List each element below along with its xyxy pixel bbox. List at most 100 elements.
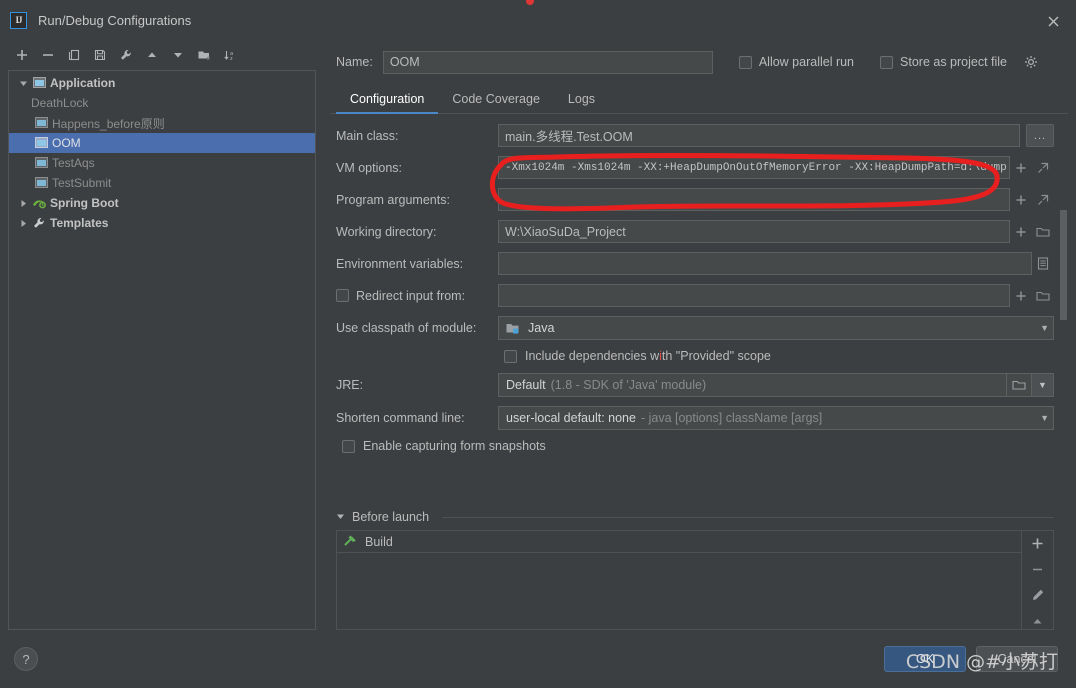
jre-browse-button[interactable] bbox=[1006, 373, 1032, 397]
environment-variables-input[interactable] bbox=[498, 252, 1032, 275]
store-as-project-file-checkbox[interactable]: Store as project file bbox=[880, 55, 1007, 69]
ok-button[interactable]: OK bbox=[884, 646, 966, 672]
spring-boot-icon bbox=[31, 197, 47, 210]
plus-icon[interactable] bbox=[1010, 156, 1032, 179]
task-label: Build bbox=[365, 534, 393, 549]
help-button[interactable]: ? bbox=[14, 647, 38, 671]
use-classpath-of-module-dropdown[interactable]: Java ▼ bbox=[498, 316, 1054, 340]
enable-capturing-snapshots-label: Enable capturing form snapshots bbox=[363, 439, 546, 453]
folder-icon[interactable] bbox=[1032, 220, 1054, 243]
editor-tabs: Configuration Code Coverage Logs bbox=[330, 84, 1068, 114]
tree-item-happens-before[interactable]: Happens_before原则 bbox=[9, 113, 315, 133]
application-icon bbox=[33, 157, 49, 169]
checkbox-box bbox=[342, 439, 355, 453]
add-task-button[interactable] bbox=[1027, 535, 1049, 551]
vm-options-input[interactable]: -Xmx1024m -Xms1024m -XX:+HeapDumpOnOutOf… bbox=[498, 156, 1010, 179]
configurations-tree[interactable]: Application DeathLock Happens_before原则 O… bbox=[8, 70, 316, 630]
before-launch-task-list[interactable]: Build bbox=[337, 531, 1021, 629]
edit-task-button[interactable] bbox=[1027, 587, 1049, 603]
expand-icon[interactable] bbox=[1032, 188, 1054, 211]
program-arguments-label: Program arguments: bbox=[336, 192, 450, 207]
tree-item-label: Templates bbox=[50, 216, 109, 230]
working-directory-input[interactable]: W:\XiaoSuDa_Project bbox=[498, 220, 1010, 243]
main-class-browse-button[interactable]: ... bbox=[1026, 124, 1054, 147]
tab-logs[interactable]: Logs bbox=[554, 92, 609, 113]
configuration-editor-pane: Name: Allow parallel run Store as projec… bbox=[324, 40, 1076, 630]
jre-dropdown-arrow[interactable]: ▼ bbox=[1032, 373, 1054, 397]
program-arguments-input[interactable] bbox=[498, 188, 1010, 211]
checkbox-box bbox=[880, 55, 894, 69]
chevron-down-icon[interactable] bbox=[336, 510, 345, 524]
tree-item-label: Application bbox=[50, 76, 116, 90]
application-icon bbox=[33, 117, 49, 129]
move-up-button[interactable] bbox=[140, 43, 164, 67]
save-configuration-button[interactable] bbox=[88, 43, 112, 67]
sort-configurations-button[interactable]: a z bbox=[218, 43, 242, 67]
redirect-input-checkbox[interactable]: Redirect input from: bbox=[336, 289, 498, 303]
use-classpath-of-module-row: Use classpath of module: Java ▼ bbox=[336, 316, 1054, 340]
add-configuration-button[interactable] bbox=[10, 43, 34, 67]
application-icon bbox=[33, 137, 49, 149]
wrench-icon bbox=[31, 216, 47, 230]
before-launch-header[interactable]: Before launch bbox=[336, 510, 1054, 524]
copy-configuration-button[interactable] bbox=[62, 43, 86, 67]
jre-dropdown[interactable]: Default (1.8 - SDK of 'Java' module) bbox=[498, 373, 1006, 397]
expand-toggle-icon[interactable] bbox=[15, 219, 31, 228]
tab-configuration[interactable]: Configuration bbox=[336, 92, 439, 114]
remove-configuration-button[interactable] bbox=[36, 43, 60, 67]
folder-icon[interactable] bbox=[1032, 284, 1054, 307]
shorten-command-line-row: Shorten command line: user-local default… bbox=[336, 406, 1054, 430]
cancel-button[interactable]: Cancel bbox=[976, 646, 1058, 672]
close-icon[interactable] bbox=[1044, 12, 1062, 30]
include-provided-scope-checkbox[interactable]: Include dependencies with "Provided" sco… bbox=[504, 349, 1054, 363]
dialog-footer: ? OK Cancel bbox=[0, 630, 1076, 688]
plus-icon[interactable] bbox=[1010, 188, 1032, 211]
enable-capturing-snapshots-checkbox[interactable]: Enable capturing form snapshots bbox=[342, 439, 1054, 453]
tab-code-coverage[interactable]: Code Coverage bbox=[438, 92, 554, 113]
allow-parallel-run-checkbox[interactable]: Allow parallel run bbox=[738, 55, 854, 69]
jre-hint: (1.8 - SDK of 'Java' module) bbox=[550, 378, 707, 392]
new-folder-button[interactable] bbox=[192, 43, 216, 67]
tree-item-oom[interactable]: OOM bbox=[9, 133, 315, 153]
expand-icon[interactable] bbox=[1032, 156, 1054, 179]
module-folder-icon bbox=[506, 322, 521, 335]
tree-item-spring-boot[interactable]: Spring Boot bbox=[9, 193, 315, 213]
chevron-down-icon[interactable]: ▼ bbox=[1032, 323, 1049, 333]
form-scrollbar[interactable] bbox=[1058, 174, 1068, 508]
before-launch-toolbar bbox=[1021, 531, 1053, 629]
main-class-label: Main class: bbox=[336, 128, 399, 143]
move-task-up-button[interactable] bbox=[1027, 613, 1049, 629]
chevron-down-icon[interactable]: ▼ bbox=[1032, 413, 1049, 423]
main-class-row: Main class: main.多线程.Test.OOM ... bbox=[336, 124, 1054, 147]
name-row: Name: Allow parallel run Store as projec… bbox=[330, 40, 1068, 84]
list-icon[interactable] bbox=[1032, 252, 1054, 275]
tree-item-label: TestAqs bbox=[52, 156, 95, 170]
tree-item-label: DeathLock bbox=[31, 96, 89, 110]
gear-icon[interactable] bbox=[1024, 55, 1038, 69]
name-input[interactable] bbox=[382, 50, 713, 74]
plus-icon[interactable] bbox=[1010, 284, 1032, 307]
tree-item-deathlock[interactable]: DeathLock bbox=[9, 93, 315, 113]
working-directory-label: Working directory: bbox=[336, 224, 437, 239]
plus-icon[interactable] bbox=[1010, 220, 1032, 243]
vm-options-label: VM options: bbox=[336, 160, 403, 175]
vm-options-row: VM options: -Xmx1024m -Xms1024m -XX:+Hea… bbox=[336, 156, 1054, 179]
before-launch-section: Before launch Build bbox=[330, 510, 1068, 630]
edit-templates-button[interactable] bbox=[114, 43, 138, 67]
scrollbar-thumb[interactable] bbox=[1060, 210, 1067, 320]
tree-item-templates[interactable]: Templates bbox=[9, 213, 315, 233]
expand-toggle-icon[interactable] bbox=[15, 199, 31, 208]
program-arguments-row: Program arguments: bbox=[336, 188, 1054, 211]
tree-item-testaqs[interactable]: TestAqs bbox=[9, 153, 315, 173]
expand-toggle-icon[interactable] bbox=[15, 79, 31, 88]
move-down-button[interactable] bbox=[166, 43, 190, 67]
store-as-project-file-label: Store as project file bbox=[900, 55, 1008, 69]
remove-task-button[interactable] bbox=[1027, 561, 1049, 577]
redirect-input-field[interactable] bbox=[498, 284, 1010, 307]
tree-item-testsubmit[interactable]: TestSubmit bbox=[9, 173, 315, 193]
tree-item-application[interactable]: Application bbox=[9, 73, 315, 93]
main-class-input[interactable]: main.多线程.Test.OOM bbox=[498, 124, 1020, 147]
environment-variables-row: Environment variables: bbox=[336, 252, 1054, 275]
shorten-command-line-dropdown[interactable]: user-local default: none - java [options… bbox=[498, 406, 1054, 430]
before-launch-task-build[interactable]: Build bbox=[337, 531, 1021, 553]
